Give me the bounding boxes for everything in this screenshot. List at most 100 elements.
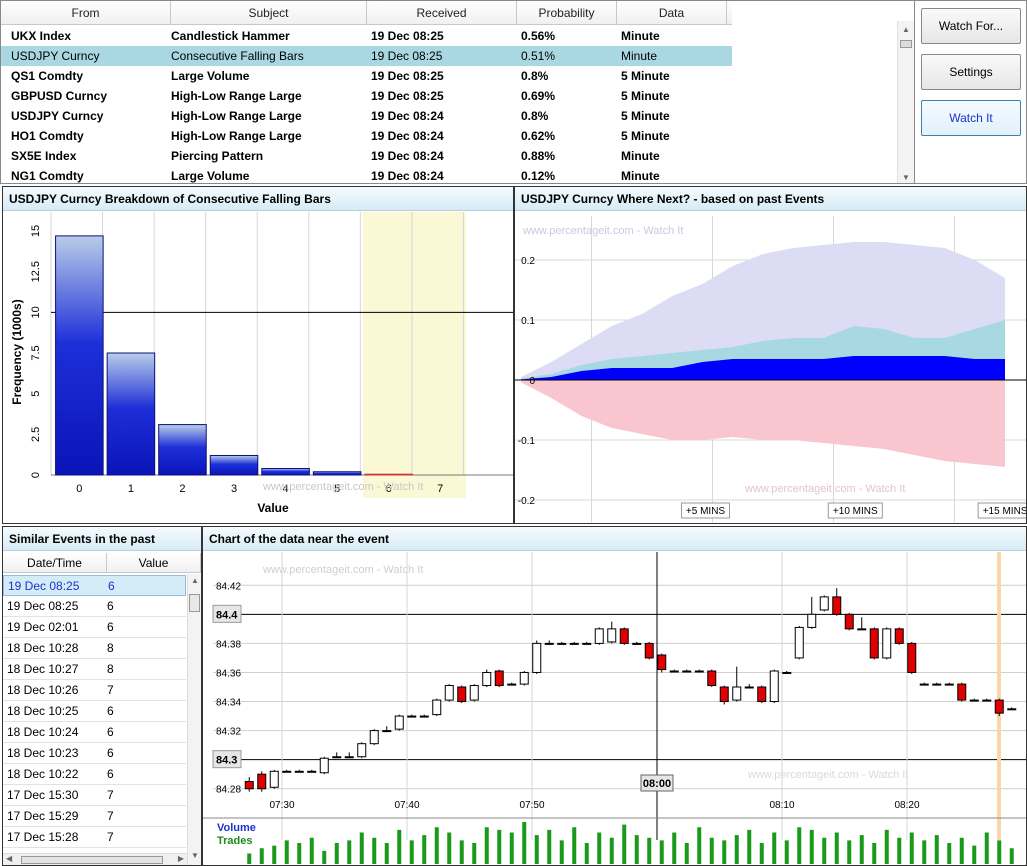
column-header-data[interactable]: Data bbox=[617, 1, 727, 24]
fan-band bbox=[521, 380, 1005, 467]
alert-row[interactable]: HO1 Comdty High-Low Range Large 19 Dec 08:… bbox=[1, 126, 732, 146]
y-tick-label: 84.42 bbox=[216, 581, 241, 592]
histogram-bar bbox=[55, 235, 104, 476]
y-tick-label: 84.3 bbox=[216, 755, 237, 767]
alert-cell-from: UKX Index bbox=[11, 29, 72, 43]
scroll-thumb[interactable] bbox=[21, 856, 163, 864]
similar-event-value: 6 bbox=[107, 620, 114, 634]
x-tick-label: 1 bbox=[128, 483, 134, 495]
alert-cell-received: 19 Dec 08:25 bbox=[371, 49, 443, 63]
alert-row[interactable]: USDJPY Curncy Consecutive Falling Bars 19 … bbox=[1, 46, 732, 66]
candle-up bbox=[1007, 708, 1017, 711]
y-tick-label: 84.34 bbox=[216, 698, 241, 709]
similar-event-datetime: 18 Dec 10:24 bbox=[7, 725, 79, 739]
candle-down bbox=[994, 699, 1004, 714]
scroll-right-icon[interactable]: ▶ bbox=[178, 854, 184, 863]
y-tick-label: 5 bbox=[30, 391, 42, 397]
column-header-subject[interactable]: Subject bbox=[171, 1, 367, 24]
x-tick-label: 07:30 bbox=[269, 800, 294, 811]
similar-event-row[interactable]: 17 Dec 15:29 7 bbox=[3, 806, 186, 827]
similar-event-row[interactable]: 18 Dec 10:23 6 bbox=[3, 743, 186, 764]
alert-cell-from: GBPUSD Curncy bbox=[11, 89, 108, 103]
scroll-left-icon[interactable]: ◀ bbox=[6, 854, 12, 863]
alert-row[interactable]: USDJPY Curncy High-Low Range Large 19 Dec … bbox=[1, 106, 732, 126]
alerts-table-header: From Subject Received Probability Data bbox=[1, 1, 732, 25]
candle-up bbox=[319, 757, 329, 774]
candle-down bbox=[957, 683, 967, 701]
x-tick-label: 08:20 bbox=[894, 800, 919, 811]
watch-for-button[interactable]: Watch For... bbox=[921, 8, 1021, 44]
alert-cell-subject: Large Volume bbox=[171, 69, 250, 83]
alert-cell-received: 19 Dec 08:25 bbox=[371, 89, 444, 103]
scroll-up-icon[interactable]: ▲ bbox=[902, 25, 910, 34]
y-tick-label: 12.5 bbox=[30, 261, 42, 282]
alert-cell-probability: 0.51% bbox=[521, 49, 556, 63]
alert-row[interactable]: QS1 Comdty Large Volume 19 Dec 08:25 0.8% 5 … bbox=[1, 66, 732, 86]
volume-bar bbox=[697, 827, 702, 864]
similar-event-row[interactable]: 18 Dec 10:27 8 bbox=[3, 659, 186, 680]
volume-bar bbox=[709, 837, 714, 864]
similar-event-row[interactable]: 18 Dec 10:28 8 bbox=[3, 638, 186, 659]
histogram-bar bbox=[106, 352, 156, 476]
column-header-probability[interactable]: Probability bbox=[517, 1, 617, 24]
scroll-thumb[interactable] bbox=[189, 594, 200, 612]
candle-up bbox=[944, 683, 954, 686]
similar-event-row[interactable]: 17 Dec 15:30 7 bbox=[3, 785, 186, 806]
volume-bar bbox=[397, 829, 402, 864]
alert-cell-subject: Piercing Pattern bbox=[171, 149, 264, 163]
scroll-down-icon[interactable]: ▼ bbox=[902, 173, 910, 182]
similar-event-value: 7 bbox=[107, 683, 114, 697]
alert-row[interactable]: SX5E Index Piercing Pattern 19 Dec 08:24 0.… bbox=[1, 146, 732, 166]
similar-event-row[interactable]: 18 Dec 10:24 6 bbox=[3, 722, 186, 743]
similar-event-row[interactable]: 18 Dec 10:26 7 bbox=[3, 680, 186, 701]
similar-event-datetime: 18 Dec 10:27 bbox=[7, 662, 79, 676]
horizontal-scrollbar[interactable]: ◀ ▶ bbox=[3, 853, 187, 865]
column-header-from[interactable]: From bbox=[1, 1, 171, 24]
watch-it-button[interactable]: Watch It bbox=[921, 100, 1021, 136]
candle-up bbox=[682, 670, 692, 673]
volume-bar bbox=[347, 840, 352, 864]
similar-event-datetime: 19 Dec 02:01 bbox=[7, 620, 79, 634]
column-header-value[interactable]: Value bbox=[107, 553, 201, 572]
candle-down bbox=[644, 642, 654, 659]
alerts-scrollbar[interactable]: ▲ ▼ bbox=[897, 21, 914, 183]
scroll-up-icon[interactable]: ▲ bbox=[191, 576, 199, 585]
alert-row[interactable]: UKX Index Candlestick Hammer 19 Dec 08:25 0… bbox=[1, 26, 732, 46]
similar-event-row[interactable]: 18 Dec 10:22 6 bbox=[3, 764, 186, 785]
candle-up bbox=[819, 596, 829, 611]
volume-bar bbox=[822, 837, 827, 864]
candle-up bbox=[857, 628, 867, 631]
similar-events-header: Date/Time Value bbox=[3, 553, 201, 573]
alert-cell-data: 5 Minute bbox=[621, 89, 670, 103]
alert-cell-data: 5 Minute bbox=[621, 109, 670, 123]
y-tick-label: -0.2 bbox=[518, 496, 536, 507]
volume-bar bbox=[984, 832, 989, 864]
volume-bar bbox=[497, 829, 502, 864]
alert-cell-data: 5 Minute bbox=[621, 69, 670, 83]
volume-bar bbox=[484, 827, 489, 864]
similar-event-row[interactable]: 18 Dec 10:25 6 bbox=[3, 701, 186, 722]
settings-button[interactable]: Settings bbox=[921, 54, 1021, 90]
similar-event-row[interactable]: 19 Dec 08:25 6 bbox=[3, 596, 186, 617]
volume-bar bbox=[334, 843, 339, 864]
column-header-datetime[interactable]: Date/Time bbox=[3, 553, 107, 572]
histogram-bar bbox=[158, 424, 207, 476]
near-data-title: Chart of the data near the event bbox=[203, 527, 1026, 551]
alert-cell-subject: High-Low Range Large bbox=[171, 109, 302, 123]
similar-events-scrollbar[interactable]: ▲ ▼ bbox=[187, 574, 201, 865]
alert-row[interactable]: NG1 Comdty Large Volume 19 Dec 08:24 0.12% M… bbox=[1, 166, 732, 183]
column-header-received[interactable]: Received bbox=[367, 1, 517, 24]
scroll-thumb[interactable] bbox=[900, 40, 912, 48]
similar-events-panel: Similar Events in the past Date/Time Val… bbox=[2, 526, 202, 866]
volume-bar bbox=[884, 829, 889, 864]
similar-event-datetime: 18 Dec 10:25 bbox=[7, 704, 79, 718]
candle-up bbox=[807, 613, 817, 628]
similar-event-row[interactable]: 17 Dec 15:28 7 bbox=[3, 827, 186, 848]
alert-row[interactable]: GBPUSD Curncy High-Low Range Large 19 Dec … bbox=[1, 86, 732, 106]
volume-bar bbox=[897, 837, 902, 864]
volume-bar bbox=[459, 840, 464, 864]
x-tick-label: 07:40 bbox=[394, 800, 419, 811]
scroll-down-icon[interactable]: ▼ bbox=[191, 851, 199, 860]
similar-event-row[interactable]: 19 Dec 08:25 6 bbox=[3, 575, 186, 596]
similar-event-row[interactable]: 19 Dec 02:01 6 bbox=[3, 617, 186, 638]
